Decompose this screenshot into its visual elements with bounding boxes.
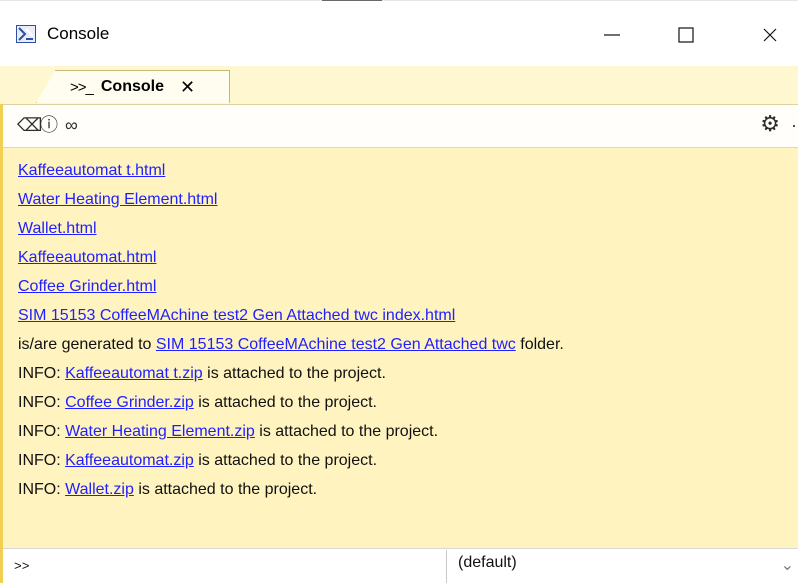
maximize-button[interactable] <box>664 17 708 53</box>
info-prefix: INFO: <box>18 423 66 440</box>
info-suffix: is attached to the project. <box>193 394 377 411</box>
attachment-link-1[interactable]: Kaffeeautomat t.zip <box>65 365 203 382</box>
output-line: SIM 15153 CoffeeMAchine test2 Gen Attach… <box>18 301 778 330</box>
output-line: Wallet.html <box>18 214 778 243</box>
info-line: INFO: Kaffeeautomat t.zip is attached to… <box>18 359 778 388</box>
generated-suffix: folder. <box>515 336 564 353</box>
interpreter-select[interactable]: (default) <box>458 554 517 572</box>
console-app-icon <box>16 25 36 43</box>
window-title: Console <box>47 24 110 43</box>
generated-folder-link[interactable]: SIM 15153 CoffeeMAchine test2 Gen Attach… <box>156 336 516 353</box>
console-output: Kaffeeautomat t.html Water Heating Eleme… <box>18 156 778 504</box>
info-line: INFO: Wallet.zip is attached to the proj… <box>18 475 778 504</box>
info-suffix: is attached to the project. <box>202 365 386 382</box>
maximize-icon <box>678 27 694 43</box>
gear-icon[interactable]: ⚙ <box>760 113 780 135</box>
tab-label: Console <box>100 78 164 95</box>
output-line: Water Heating Element.html <box>18 185 778 214</box>
info-prefix: INFO: <box>18 481 66 498</box>
link-icon[interactable]: ∞ <box>65 116 78 134</box>
output-line: Coffee Grinder.html <box>18 272 778 301</box>
tab-close-icon[interactable]: ✕ <box>180 78 195 96</box>
minimize-icon <box>604 34 620 36</box>
info-line: INFO: Coffee Grinder.zip is attached to … <box>18 388 778 417</box>
info-prefix: INFO: <box>18 452 66 469</box>
attachment-link-5[interactable]: Wallet.zip <box>65 481 134 498</box>
generated-folder-line: is/are generated to SIM 15153 CoffeeMAch… <box>18 330 778 359</box>
toolbar-overflow-icon[interactable]: · <box>791 116 797 134</box>
terminal-icon: >>_ <box>70 78 94 96</box>
info-prefix: INFO: <box>18 365 66 382</box>
eraser-icon[interactable]: ⌫ <box>17 116 42 134</box>
title-bar: Console <box>0 1 798 65</box>
tab-console[interactable]: >>_ Console ✕ <box>36 70 230 103</box>
chevron-down-icon[interactable]: ⌄ <box>781 555 794 575</box>
generated-prefix: is/are generated to <box>18 336 156 353</box>
command-separator <box>446 550 447 583</box>
command-input[interactable] <box>14 554 444 578</box>
close-window-button[interactable] <box>748 17 792 53</box>
generated-link-3[interactable]: Wallet.html <box>18 220 97 237</box>
generated-link-4[interactable]: Kaffeeautomat.html <box>18 249 156 266</box>
minimize-button[interactable] <box>590 17 634 53</box>
generated-link-2[interactable]: Water Heating Element.html <box>18 191 217 208</box>
close-icon <box>763 28 777 42</box>
info-prefix: INFO: <box>18 394 66 411</box>
info-line: INFO: Kaffeeautomat.zip is attached to t… <box>18 446 778 475</box>
info-suffix: is attached to the project. <box>133 481 318 498</box>
info-suffix: is attached to the project. <box>193 452 378 469</box>
generated-link-6[interactable]: SIM 15153 CoffeeMAchine test2 Gen Attach… <box>18 307 455 324</box>
output-line: Kaffeeautomat.html <box>18 243 778 272</box>
generated-link-1[interactable]: Kaffeeautomat t.html <box>18 162 165 179</box>
attachment-link-2[interactable]: Coffee Grinder.zip <box>65 394 194 411</box>
output-line: Kaffeeautomat t.html <box>18 156 778 185</box>
info-suffix: is attached to the project. <box>254 423 439 440</box>
attachment-link-3[interactable]: Water Heating Element.zip <box>65 423 255 440</box>
generated-link-5[interactable]: Coffee Grinder.html <box>18 278 156 295</box>
console-toolbar: ⌫ ⓘ ∞ ⚙ · <box>3 104 798 148</box>
attachment-link-4[interactable]: Kaffeeautomat.zip <box>65 452 194 469</box>
info-icon[interactable]: ⓘ <box>40 116 58 134</box>
info-line: INFO: Water Heating Element.zip is attac… <box>18 417 778 446</box>
